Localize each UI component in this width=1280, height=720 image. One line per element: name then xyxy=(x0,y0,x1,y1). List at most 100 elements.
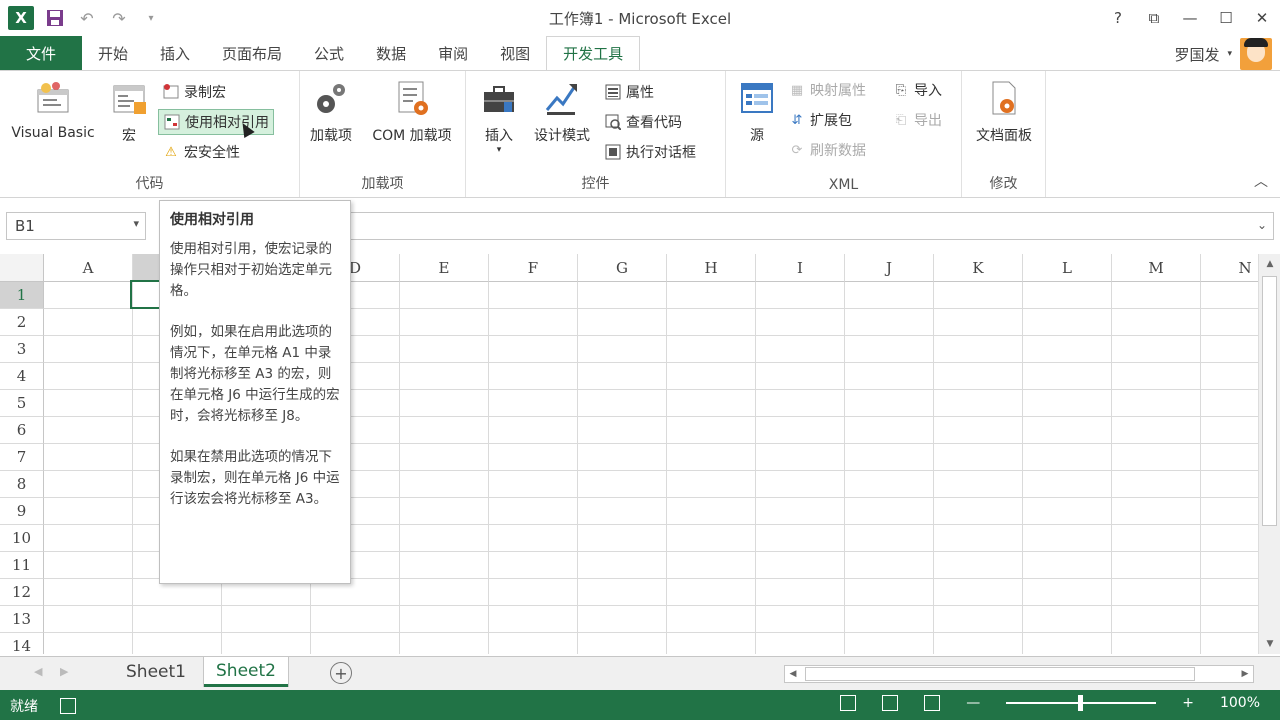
macro-recording-icon[interactable] xyxy=(60,698,76,714)
sheet-prev-icon[interactable]: ◀ xyxy=(34,665,42,678)
page-break-preview-icon[interactable] xyxy=(924,695,941,711)
select-all-corner[interactable] xyxy=(0,254,44,282)
xml-import-button[interactable]: ⎘ 导入 xyxy=(888,77,946,103)
customize-qat-icon[interactable]: ▾ xyxy=(140,7,162,29)
page-layout-view-icon[interactable] xyxy=(882,695,899,711)
scroll-down-icon[interactable]: ▼ xyxy=(1259,634,1280,654)
zoom-slider[interactable] xyxy=(1006,695,1157,711)
export-icon: ⎗ xyxy=(895,112,907,128)
tab-developer[interactable]: 开发工具 xyxy=(546,36,641,71)
ribbon: Visual Basic 宏 录制宏 使用相对引用 ⚠ 宏安全性 代码 加载项 xyxy=(0,70,1280,198)
record-macro-button[interactable]: 录制宏 xyxy=(158,79,230,105)
redo-icon[interactable]: ↷ xyxy=(108,7,130,29)
design-mode-icon xyxy=(542,79,582,119)
macro-security-button[interactable]: ⚠ 宏安全性 xyxy=(158,139,244,165)
scroll-up-icon[interactable]: ▲ xyxy=(1259,254,1280,274)
use-relative-references-button[interactable]: 使用相对引用 xyxy=(158,109,274,135)
tab-file[interactable]: 文件 xyxy=(0,36,82,70)
help-button[interactable]: ? xyxy=(1100,0,1136,36)
formula-input[interactable]: ⌄ xyxy=(350,212,1274,240)
normal-view-icon[interactable] xyxy=(840,695,857,711)
row-header-12[interactable]: 12 xyxy=(0,579,44,606)
row-header-6[interactable]: 6 xyxy=(0,417,44,444)
vertical-scrollbar[interactable]: ▲ ▼ xyxy=(1258,254,1280,654)
tab-review[interactable]: 审阅 xyxy=(422,36,484,70)
com-addins-icon xyxy=(392,79,432,119)
group-controls: 插入 ▾ 设计模式 属性 查看代码 执行对话框 控件 xyxy=(466,71,726,197)
user-name: 罗国发 xyxy=(1174,45,1220,64)
zoom-level[interactable]: 100% xyxy=(1220,695,1260,711)
view-code-button[interactable]: 查看代码 xyxy=(600,109,686,135)
row-header-1[interactable]: 1 xyxy=(0,282,44,309)
column-header-j[interactable]: J xyxy=(845,254,934,282)
vertical-scroll-thumb[interactable] xyxy=(1262,276,1277,526)
close-button[interactable]: ✕ xyxy=(1244,0,1280,36)
column-header-m[interactable]: M xyxy=(1112,254,1201,282)
save-icon[interactable] xyxy=(44,7,66,29)
column-header-e[interactable]: E xyxy=(400,254,489,282)
expand-formula-bar-icon[interactable]: ⌄ xyxy=(1257,218,1267,232)
row-header-10[interactable]: 10 xyxy=(0,525,44,552)
refresh-data-button[interactable]: ⟳ 刷新数据 xyxy=(784,137,870,163)
column-header-f[interactable]: F xyxy=(489,254,578,282)
column-header-g[interactable]: G xyxy=(578,254,667,282)
minimize-button[interactable]: — xyxy=(1172,0,1208,36)
column-header-n[interactable]: N xyxy=(1201,254,1258,282)
run-dialog-button[interactable]: 执行对话框 xyxy=(600,139,700,165)
row-header-7[interactable]: 7 xyxy=(0,444,44,471)
add-sheet-icon[interactable]: + xyxy=(330,662,352,684)
row-header-2[interactable]: 2 xyxy=(0,309,44,336)
column-header-h[interactable]: H xyxy=(667,254,756,282)
horizontal-scroll-thumb[interactable] xyxy=(805,667,1195,681)
row-header-13[interactable]: 13 xyxy=(0,606,44,633)
xml-source-button[interactable]: 源 xyxy=(732,79,782,145)
sheet-tab-sheet1[interactable]: Sheet1 xyxy=(114,657,198,687)
properties-button[interactable]: 属性 xyxy=(600,79,658,105)
window-controls: ? ⧉ — ☐ ✕ xyxy=(1100,0,1280,36)
tab-insert[interactable]: 插入 xyxy=(144,36,206,70)
sheet-next-icon[interactable]: ▶ xyxy=(60,665,68,678)
document-panel-button[interactable]: 文档面板 xyxy=(966,79,1042,145)
tab-data[interactable]: 数据 xyxy=(360,36,422,70)
column-header-i[interactable]: I xyxy=(756,254,845,282)
tab-home[interactable]: 开始 xyxy=(82,36,144,70)
row-header-11[interactable]: 11 xyxy=(0,552,44,579)
row-header-9[interactable]: 9 xyxy=(0,498,44,525)
visual-basic-icon xyxy=(33,79,73,119)
sheet-tab-sheet2[interactable]: Sheet2 xyxy=(204,657,288,687)
column-header-a[interactable]: A xyxy=(44,254,133,282)
column-header-k[interactable]: K xyxy=(934,254,1023,282)
horizontal-scrollbar[interactable]: ◀ ▶ xyxy=(784,665,1254,683)
ribbon-display-button[interactable]: ⧉ xyxy=(1136,0,1172,36)
name-box[interactable]: B1 ▾ xyxy=(6,212,146,240)
addins-button[interactable]: 加载项 xyxy=(304,79,358,145)
row-header-14[interactable]: 14 xyxy=(0,633,44,654)
collapse-ribbon-icon[interactable]: ︿ xyxy=(1254,171,1268,191)
row-header-4[interactable]: 4 xyxy=(0,363,44,390)
excel-logo-icon: X xyxy=(8,6,34,30)
visual-basic-button[interactable]: Visual Basic xyxy=(6,79,100,141)
tab-view[interactable]: 视图 xyxy=(484,36,546,70)
xml-export-button[interactable]: ⎗ 导出 xyxy=(888,107,946,133)
macros-button[interactable]: 宏 xyxy=(104,79,154,145)
scroll-right-icon[interactable]: ▶ xyxy=(1237,666,1253,682)
zoom-in-icon[interactable]: + xyxy=(1182,695,1194,711)
maximize-button[interactable]: ☐ xyxy=(1208,0,1244,36)
user-account[interactable]: 罗国发 ▾ xyxy=(1174,38,1272,70)
scroll-left-icon[interactable]: ◀ xyxy=(785,666,801,682)
column-header-l[interactable]: L xyxy=(1023,254,1112,282)
design-mode-button[interactable]: 设计模式 xyxy=(526,79,598,145)
row-header-8[interactable]: 8 xyxy=(0,471,44,498)
tab-page-layout[interactable]: 页面布局 xyxy=(206,36,298,70)
group-controls-label: 控件 xyxy=(581,176,610,192)
com-addins-button[interactable]: COM 加载项 xyxy=(362,79,462,145)
row-header-5[interactable]: 5 xyxy=(0,390,44,417)
zoom-out-icon[interactable]: — xyxy=(966,695,980,711)
map-properties-button[interactable]: ▦ 映射属性 xyxy=(784,77,870,103)
expansion-packs-button[interactable]: ⇵ 扩展包 xyxy=(784,107,856,133)
undo-icon[interactable]: ↶ xyxy=(76,7,98,29)
row-header-3[interactable]: 3 xyxy=(0,336,44,363)
insert-control-button[interactable]: 插入 ▾ xyxy=(474,79,524,155)
zoom-slider-thumb[interactable] xyxy=(1078,695,1084,711)
tab-formulas[interactable]: 公式 xyxy=(298,36,360,70)
